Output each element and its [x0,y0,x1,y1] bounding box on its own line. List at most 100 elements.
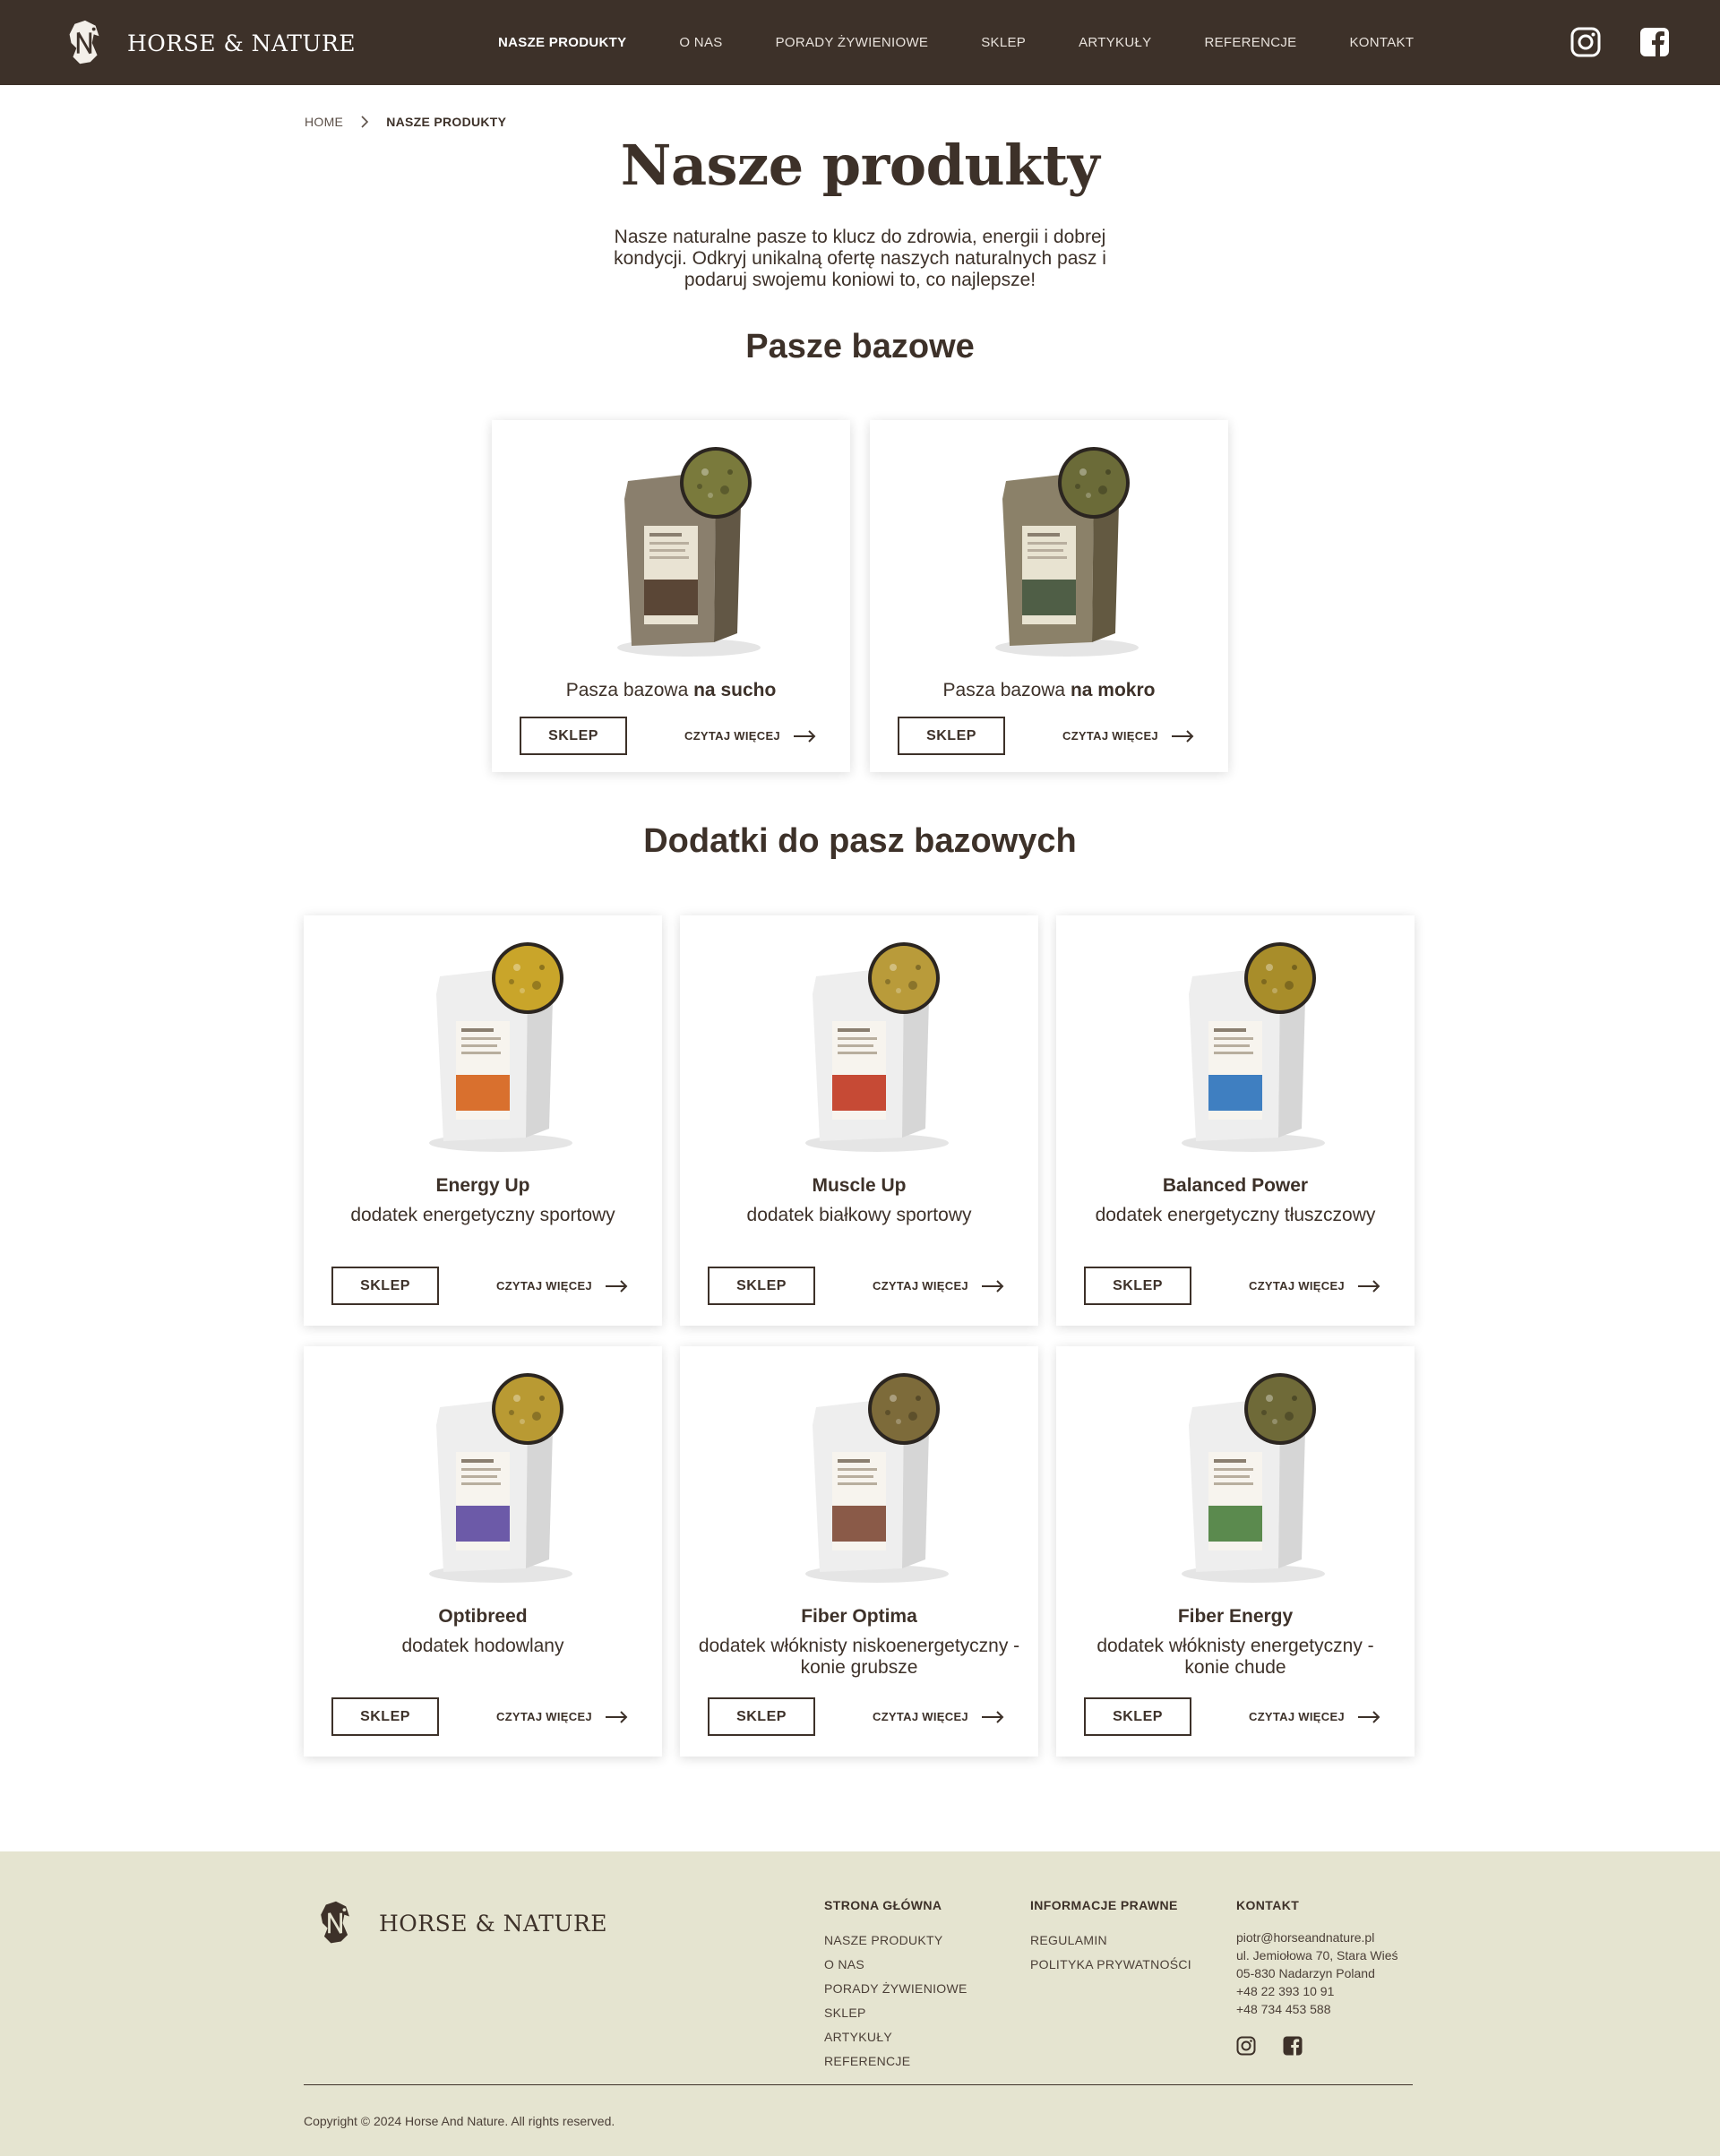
product-card-supplement[interactable]: Fiber Energy dodatek włóknisty energetyc… [1056,1346,1415,1757]
footer-link-sklep[interactable]: SKLEP [824,2001,968,2025]
section-title-supplements: Dodatki do pasz bazowych [643,822,1077,860]
read-more-link[interactable]: CZYTAJ WIĘCEJ [1062,717,1194,755]
footer-link-nasze-produkty[interactable]: NASZE PRODUKTY [824,1928,968,1953]
arrow-right-icon [981,1279,1004,1293]
shop-button[interactable]: SKLEP [520,717,627,755]
breadcrumb: HOME NASZE PRODUKTY [305,115,506,129]
product-bag-image [429,1373,572,1583]
shop-button[interactable]: SKLEP [331,1267,439,1305]
product-description: dodatek energetyczny sportowy [350,1205,615,1225]
product-name: Balanced Power [1162,1175,1309,1196]
product-image[interactable] [787,941,949,1155]
instagram-icon[interactable] [1570,27,1601,57]
read-more-link[interactable]: CZYTAJ WIĘCEJ [873,1697,1004,1736]
shop-button[interactable]: SKLEP [708,1267,815,1305]
breadcrumb-current: NASZE PRODUKTY [386,115,507,129]
intro-text: Nasze naturalne pasze to klucz do zdrowi… [614,227,1106,290]
arrow-right-icon [1171,729,1194,743]
brand-name: HORSE & NATURE [127,30,357,56]
product-image[interactable] [411,1371,572,1586]
facebook-icon[interactable] [1639,27,1670,57]
nav-item-o-nas[interactable]: O NAS [679,35,722,50]
footer-column-title: STRONA GŁÓWNA [824,1898,942,1912]
horse-logo-icon [321,1901,349,1944]
product-name: Fiber Optima [801,1606,917,1627]
footer-link-polityka[interactable]: POLITYKA PRYWATNOŚCI [1030,1953,1191,1977]
shop-button[interactable]: SKLEP [1084,1267,1191,1305]
read-more-link[interactable]: CZYTAJ WIĘCEJ [496,1267,628,1305]
product-name: Pasza bazowa na sucho [565,680,777,700]
product-card-base[interactable]: Pasza bazowa na mokro SKLEP CZYTAJ WIĘCE… [870,420,1228,772]
brand-logo[interactable]: HORSE & NATURE [59,16,356,70]
footer-link-o-nas[interactable]: O NAS [824,1953,968,1977]
nav-item-sklep[interactable]: SKLEP [981,35,1026,50]
product-name: Energy Up [435,1175,530,1196]
product-description: dodatek hodowlany [401,1636,564,1656]
product-image[interactable] [1164,941,1325,1155]
footer-divider [304,2084,1413,2085]
arrow-right-icon [1357,1279,1380,1293]
chevron-right-icon [361,116,369,128]
shop-button[interactable]: SKLEP [1084,1697,1191,1736]
footer-link-regulamin[interactable]: REGULAMIN [1030,1928,1191,1953]
footer-brand-logo[interactable]: HORSE & NATURE [311,1898,607,1948]
product-bag-image [1182,942,1325,1152]
product-name: Muscle Up [812,1175,907,1196]
read-more-link[interactable]: CZYTAJ WIĘCEJ [1249,1267,1380,1305]
footer-column-legal: INFORMACJE PRAWNE REGULAMIN POLITYKA PRY… [1030,1898,1191,1977]
read-more-link[interactable]: CZYTAJ WIĘCEJ [684,717,816,755]
shop-button[interactable]: SKLEP [331,1697,439,1736]
product-card-supplement[interactable]: Optibreed dodatek hodowlany SKLEP CZYTAJ… [304,1346,662,1757]
instagram-icon[interactable] [1236,2036,1256,2056]
footer-column-title: KONTAKT [1236,1898,1300,1912]
arrow-right-icon [605,1279,628,1293]
arrow-right-icon [793,729,816,743]
copyright: Copyright © 2024 Horse And Nature. All r… [304,2114,615,2128]
product-name: Pasza bazowa na mokro [942,680,1156,700]
site-header: HORSE & NATURE NASZE PRODUKTY O NAS PORA… [0,0,1720,85]
product-bag-image [429,942,572,1152]
product-card-base[interactable]: Pasza bazowa na sucho SKLEP CZYTAJ WIĘCE… [492,420,850,772]
footer-brand-name: HORSE & NATURE [379,1910,608,1937]
product-description: dodatek energetyczny tłuszczowy [1095,1205,1376,1225]
arrow-right-icon [1357,1710,1380,1723]
main-nav: NASZE PRODUKTY O NAS PORADY ŻYWIENIOWE S… [498,0,1466,85]
product-image[interactable] [787,1371,949,1586]
breadcrumb-home[interactable]: HOME [305,115,343,129]
nav-item-kontakt[interactable]: KONTAKT [1349,35,1414,50]
read-more-link[interactable]: CZYTAJ WIĘCEJ [1249,1697,1380,1736]
product-name: Optibreed [438,1606,528,1627]
footer-link-artykuly[interactable]: ARTYKUŁY [824,2025,968,2049]
product-image[interactable] [411,941,572,1155]
product-card-supplement[interactable]: Fiber Optima dodatek włóknisty niskoener… [680,1346,1038,1757]
footer-link-porady[interactable]: PORADY ŻYWIENIOWE [824,1977,968,2001]
product-bag-image [1182,1373,1325,1583]
nav-item-referencje[interactable]: REFERENCJE [1204,35,1296,50]
product-name: Fiber Energy [1177,1606,1294,1627]
facebook-icon[interactable] [1283,2036,1303,2056]
read-more-link[interactable]: CZYTAJ WIĘCEJ [873,1267,1004,1305]
product-card-supplement[interactable]: Energy Up dodatek energetyczny sportowy … [304,915,662,1326]
product-bag-image [617,447,761,657]
product-image[interactable] [599,445,761,660]
contact-phone[interactable]: +48 734 453 588 [1236,2000,1398,2018]
product-card-supplement[interactable]: Muscle Up dodatek białkowy sportowy SKLE… [680,915,1038,1326]
shop-button[interactable]: SKLEP [708,1697,815,1736]
nav-item-porady-zywieniowe[interactable]: PORADY ŻYWIENIOWE [776,35,929,50]
contact-email[interactable]: piotr@horseandnature.pl [1236,1928,1398,1946]
footer-column-main: STRONA GŁÓWNA NASZE PRODUKTY O NAS PORAD… [824,1898,968,2074]
contact-phone[interactable]: +48 22 393 10 91 [1236,1982,1398,2000]
read-more-link[interactable]: CZYTAJ WIĘCEJ [496,1697,628,1736]
shop-button[interactable]: SKLEP [898,717,1005,755]
product-card-supplement[interactable]: Balanced Power dodatek energetyczny tłus… [1056,915,1415,1326]
nav-item-artykuly[interactable]: ARTYKUŁY [1079,35,1151,50]
footer-link-referencje[interactable]: REFERENCJE [824,2049,968,2074]
product-image[interactable] [1164,1371,1325,1586]
product-image[interactable] [977,445,1139,660]
site-footer: HORSE & NATURE STRONA GŁÓWNA NASZE PRODU… [0,1851,1720,2156]
section-title-base: Pasze bazowe [745,328,975,365]
product-bag-image [805,1373,949,1583]
nav-item-nasze-produkty[interactable]: NASZE PRODUKTY [498,35,626,50]
contact-city: 05-830 Nadarzyn Poland [1236,1966,1375,1980]
footer-social [1236,2036,1398,2056]
